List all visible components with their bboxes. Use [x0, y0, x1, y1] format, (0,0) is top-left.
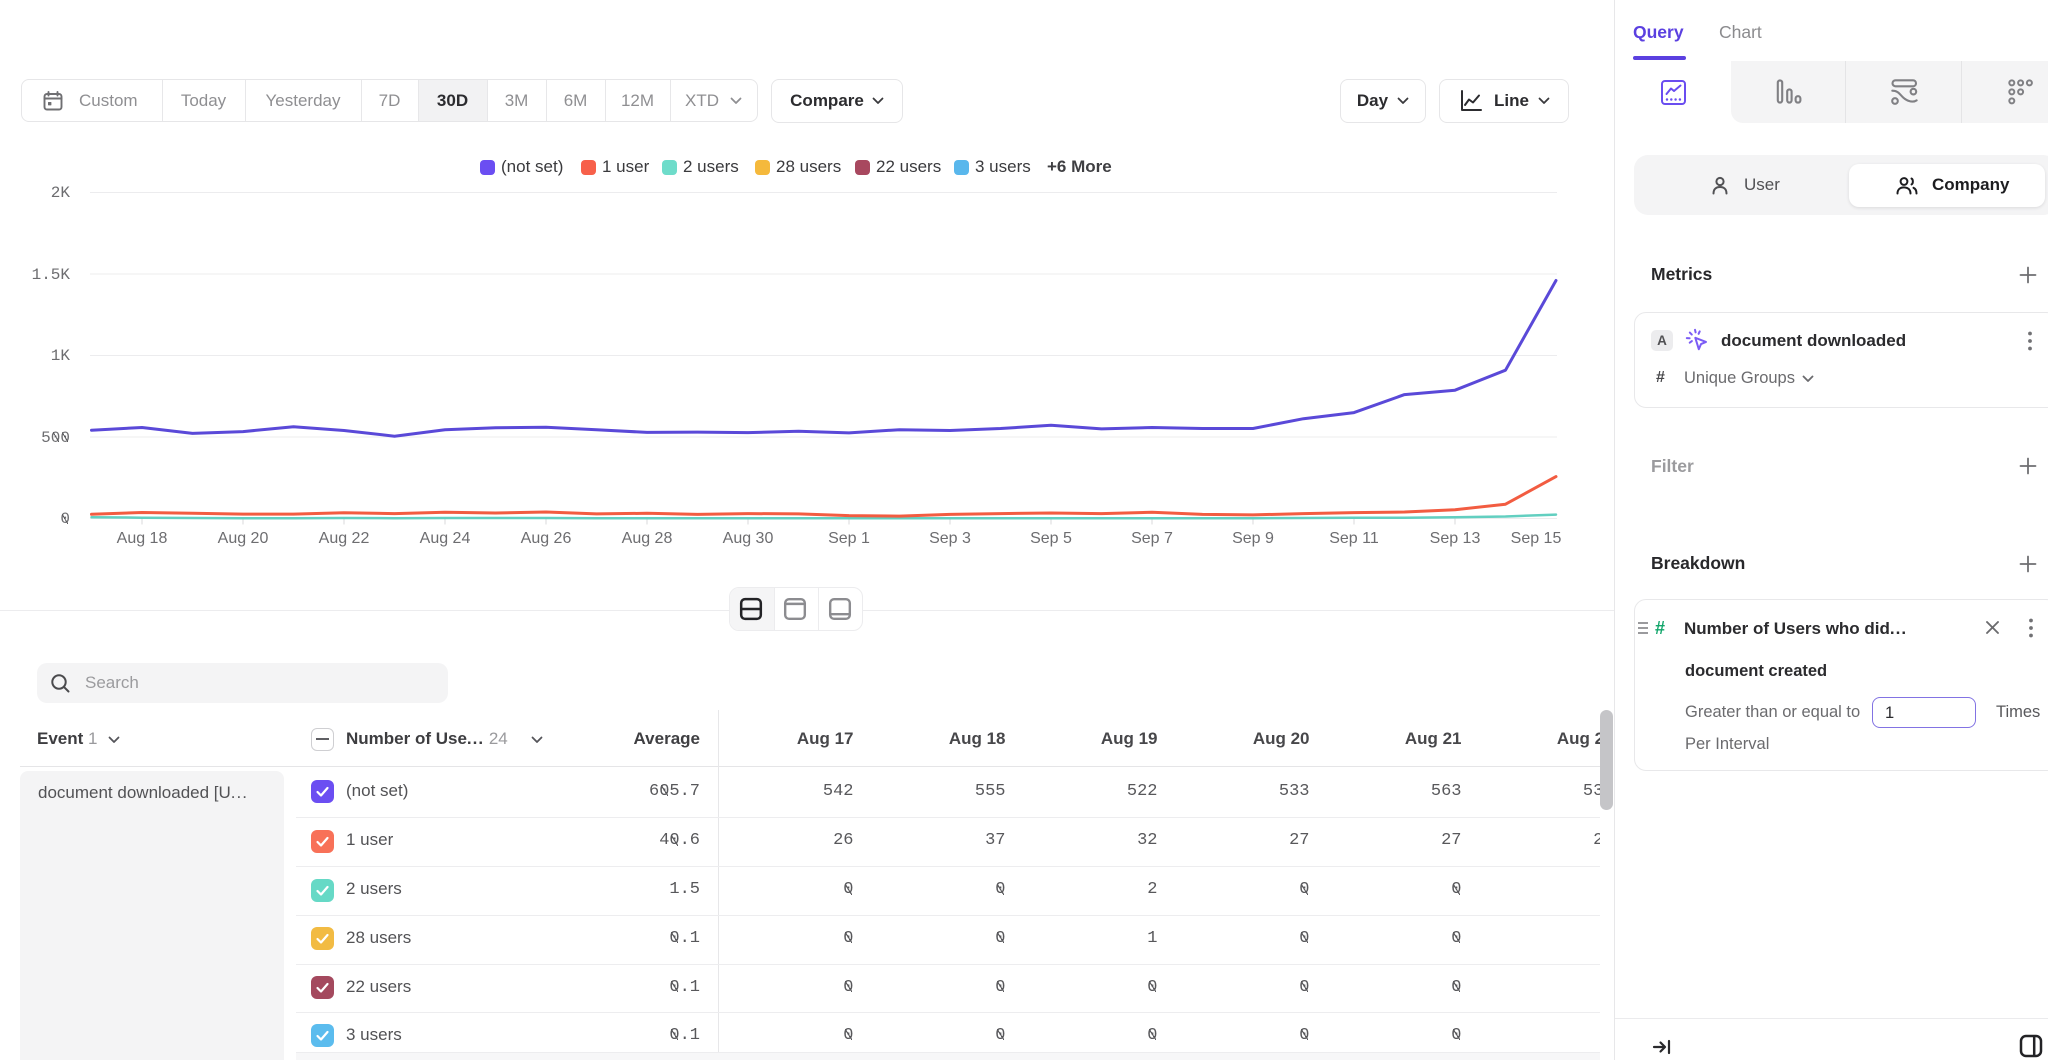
- svg-text:Sep 7: Sep 7: [1131, 530, 1173, 547]
- svg-text:Sep 5: Sep 5: [1030, 530, 1072, 547]
- svg-text:Sep 11: Sep 11: [1329, 530, 1379, 547]
- svg-text:Aug 20: Aug 20: [218, 530, 269, 547]
- svg-text:Sep 13: Sep 13: [1430, 530, 1481, 547]
- svg-text:Sep 9: Sep 9: [1232, 530, 1274, 547]
- svg-text:Aug 22: Aug 22: [319, 530, 370, 547]
- svg-text:Aug 30: Aug 30: [723, 530, 774, 547]
- svg-text:Aug 26: Aug 26: [521, 530, 572, 547]
- svg-text:Aug 24: Aug 24: [420, 530, 471, 547]
- svg-text:Sep 15: Sep 15: [1511, 530, 1562, 547]
- svg-text:Sep 1: Sep 1: [828, 530, 870, 547]
- svg-text:Sep 3: Sep 3: [929, 530, 971, 547]
- svg-text:Aug 18: Aug 18: [117, 530, 168, 547]
- svg-text:Aug 28: Aug 28: [622, 530, 673, 547]
